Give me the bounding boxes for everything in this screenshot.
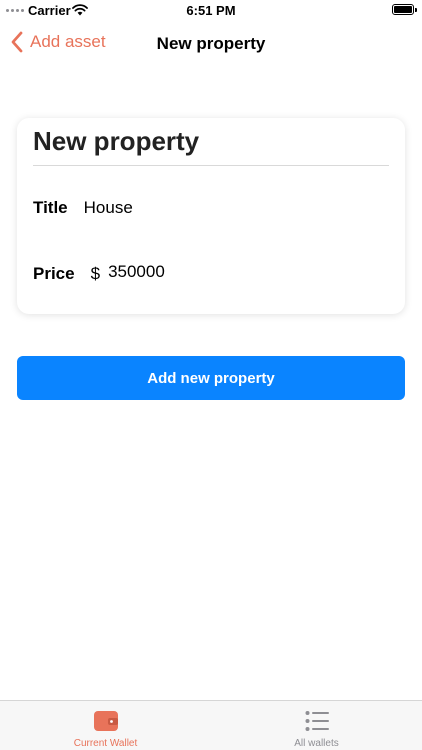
card-title: New property [33,126,200,156]
price-input[interactable] [108,262,309,282]
price-row: Price $ [33,262,309,284]
title-label: Title [33,198,68,217]
add-new-property-button[interactable]: Add new property [17,356,405,400]
nav-title: New property [156,34,266,53]
tab-bar: Current Wallet All wallets [0,700,422,750]
currency-symbol: $ [90,264,101,283]
title-input[interactable] [83,198,284,218]
title-row: Title [33,198,284,218]
tab-label: Current Wallet [73,738,138,749]
card-divider [33,165,389,166]
tab-current-wallet[interactable]: Current Wallet [0,701,211,750]
status-bar: Carrier 6:51 PM [0,0,422,22]
tab-label: All wallets [294,738,339,749]
price-label: Price [33,264,75,283]
status-time: 6:51 PM [186,3,236,18]
property-form-card: New property Title Price $ [17,118,405,314]
battery-icon [392,4,417,15]
tab-all-wallets[interactable]: All wallets [211,701,422,750]
navigation-bar: Add asset New property [0,22,422,66]
list-icon [305,711,329,731]
wallet-icon [93,711,118,731]
